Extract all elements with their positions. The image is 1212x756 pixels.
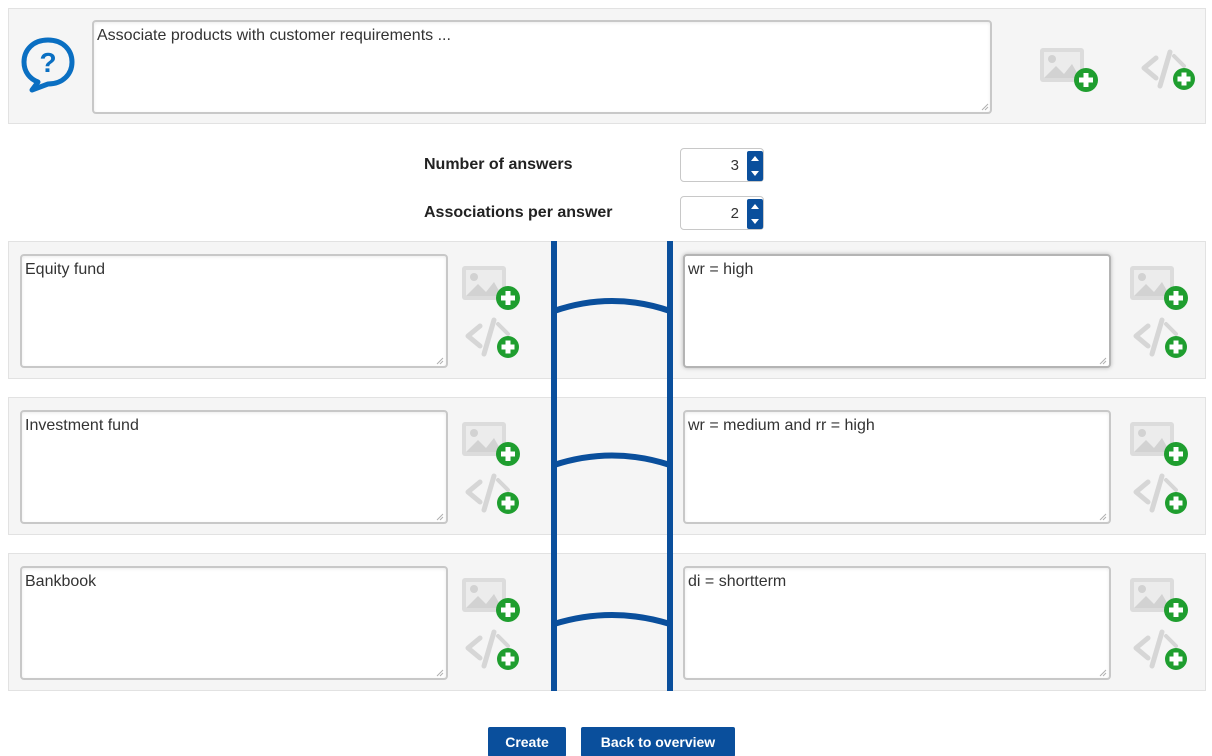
- associations-count-stepper[interactable]: 2: [680, 196, 764, 230]
- create-button[interactable]: Create: [488, 727, 566, 756]
- add-code-icon[interactable]: [464, 472, 522, 516]
- resize-grip-icon[interactable]: [436, 513, 444, 521]
- back-to-overview-button[interactable]: Back to overview: [581, 727, 735, 756]
- add-code-icon[interactable]: [464, 628, 522, 672]
- add-code-icon[interactable]: [1132, 628, 1190, 672]
- resize-grip-icon[interactable]: [1099, 513, 1107, 521]
- answer-left-textarea[interactable]: [20, 410, 448, 524]
- add-image-icon[interactable]: [1128, 418, 1190, 468]
- answers-count-label: Number of answers: [424, 156, 573, 173]
- associations-count-label: Associations per answer: [424, 204, 613, 221]
- add-image-icon[interactable]: [1038, 44, 1100, 94]
- association-line: [553, 612, 671, 627]
- add-image-icon[interactable]: [460, 574, 522, 624]
- association-line: [553, 452, 671, 468]
- add-image-icon[interactable]: [460, 262, 522, 312]
- answer-right-textarea[interactable]: [683, 410, 1111, 524]
- add-code-icon[interactable]: [1140, 48, 1198, 92]
- resize-grip-icon[interactable]: [436, 669, 444, 677]
- increment-icon[interactable]: [747, 199, 763, 214]
- answer-left-textarea[interactable]: [20, 566, 448, 680]
- resize-grip-icon[interactable]: [1099, 669, 1107, 677]
- resize-grip-icon[interactable]: [436, 357, 444, 365]
- resize-grip-icon[interactable]: [1099, 357, 1107, 365]
- add-code-icon[interactable]: [1132, 472, 1190, 516]
- decrement-icon[interactable]: [747, 166, 763, 181]
- decrement-icon[interactable]: [747, 214, 763, 229]
- association-line: [553, 298, 671, 314]
- answer-right-textarea[interactable]: [683, 566, 1111, 680]
- stepper-buttons: [747, 199, 763, 229]
- stepper-buttons: [747, 151, 763, 181]
- answer-left-textarea[interactable]: [20, 254, 448, 368]
- add-code-icon[interactable]: [1132, 316, 1190, 360]
- answer-right-textarea[interactable]: [683, 254, 1111, 368]
- increment-icon[interactable]: [747, 151, 763, 166]
- resize-grip-icon[interactable]: [981, 103, 989, 111]
- answers-count-stepper[interactable]: 3: [680, 148, 764, 182]
- add-image-icon[interactable]: [1128, 574, 1190, 624]
- answers-count-value: 3: [730, 157, 739, 174]
- add-code-icon[interactable]: [464, 316, 522, 360]
- associations-count-value: 2: [730, 205, 739, 222]
- svg-text:?: ?: [39, 47, 56, 78]
- question-textarea[interactable]: [92, 20, 992, 114]
- add-image-icon[interactable]: [1128, 262, 1190, 312]
- add-image-icon[interactable]: [460, 418, 522, 468]
- association-connector: [551, 241, 673, 691]
- help-icon: ?: [21, 37, 75, 93]
